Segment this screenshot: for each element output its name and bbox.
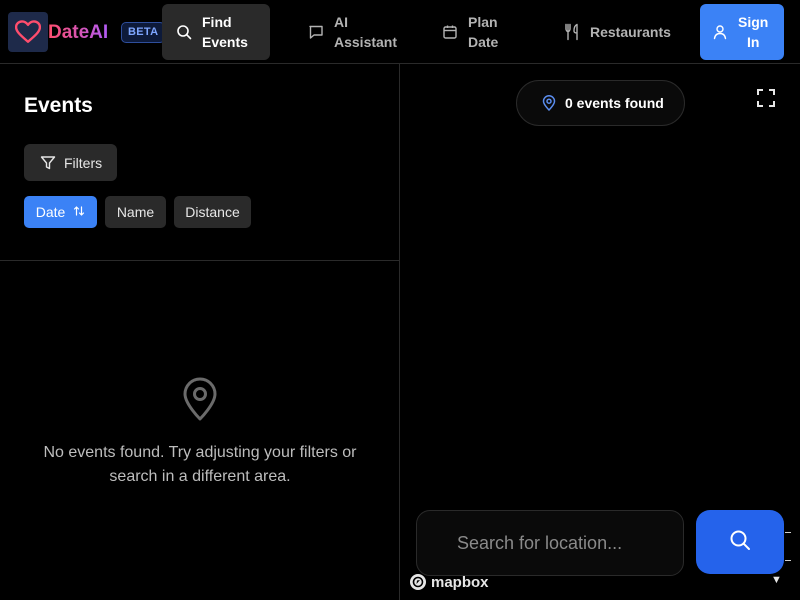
nav-restaurants[interactable]: Restaurants (552, 4, 676, 60)
nav-restaurants-label: Restaurants (590, 24, 671, 40)
nav-find-events[interactable]: Find Events (162, 4, 270, 60)
events-found-badge: 0 events found (516, 80, 685, 126)
sign-in-label: Sign In (738, 14, 769, 50)
nav-ai-assistant[interactable]: AI Assistant (296, 4, 406, 60)
beta-badge: BETA (121, 22, 166, 43)
search-icon (174, 22, 194, 42)
sign-in-button[interactable]: Sign In (700, 4, 784, 60)
location-pin-icon (541, 95, 557, 112)
fork-knife-icon (562, 22, 582, 42)
filters-button[interactable]: Filters (24, 144, 117, 181)
map-control-line (785, 532, 791, 533)
map-control-line (785, 560, 791, 561)
sort-arrows-icon (73, 205, 85, 220)
heart-logo-icon[interactable] (8, 12, 48, 52)
mapbox-logo[interactable]: mapbox (409, 573, 489, 591)
empty-state-message: No events found. Try adjusting your filt… (43, 444, 357, 485)
calendar-icon (440, 22, 460, 42)
events-sidebar: Events Filters Date Name Distance No eve… (0, 64, 400, 600)
mapbox-icon (409, 573, 427, 591)
section-divider (0, 260, 400, 261)
filter-icon (40, 155, 56, 171)
page-title: Events (24, 94, 93, 117)
nav-ai-assistant-label: AI Assistant (334, 14, 398, 50)
map-view[interactable]: 0 events found mapbox ▼ (401, 64, 800, 600)
top-navigation-bar: DateAI BETA Find Events AI Assistant Pla… (0, 0, 800, 64)
mapbox-label: mapbox (431, 573, 489, 591)
sort-date-label: Date (35, 204, 66, 220)
brand-name[interactable]: DateAI (48, 22, 108, 44)
nav-plan-date[interactable]: Plan Date (430, 4, 530, 60)
filters-label: Filters (64, 154, 103, 171)
chat-icon (306, 22, 326, 42)
fullscreen-icon[interactable] (757, 89, 775, 107)
events-found-label: 0 events found (565, 95, 664, 111)
search-button[interactable] (696, 510, 784, 574)
sort-by-distance-button[interactable]: Distance (174, 196, 251, 228)
nav-find-events-label: Find Events (202, 14, 248, 50)
search-icon (729, 529, 751, 556)
map-pin-icon (182, 377, 218, 421)
location-search-input[interactable] (417, 511, 683, 575)
location-search-box (416, 510, 684, 576)
sort-by-name-button[interactable]: Name (105, 196, 166, 228)
user-icon (712, 24, 728, 40)
nav-plan-date-label: Plan Date (468, 14, 499, 50)
attribution-toggle[interactable]: ▼ (771, 574, 782, 586)
sort-by-date-button[interactable]: Date (24, 196, 97, 228)
